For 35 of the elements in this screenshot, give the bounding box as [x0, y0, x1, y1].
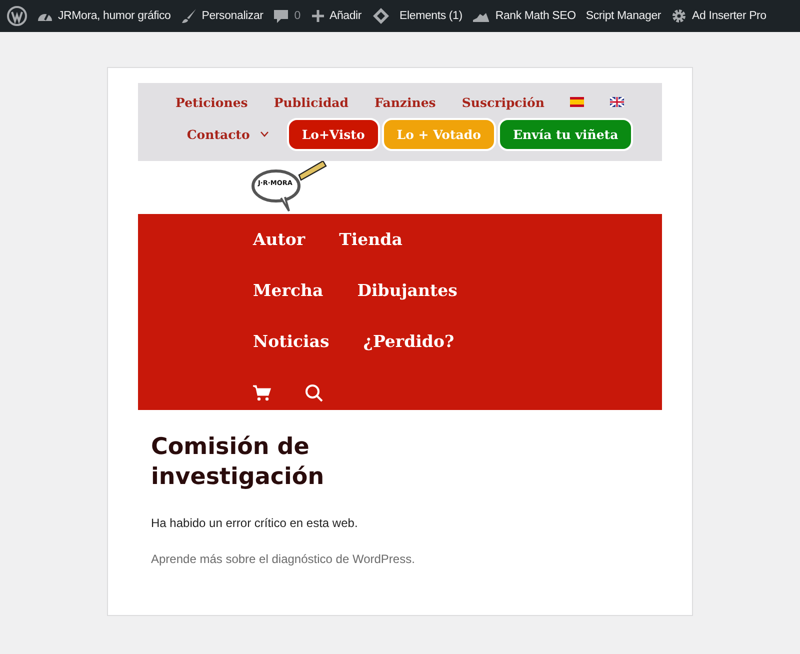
nav-link[interactable]: Peticiones [162, 94, 261, 110]
admin-bar-item[interactable]: Ad Inserter Pro [692, 10, 766, 22]
help-link[interactable]: Aprende más sobre el diagnóstico de WordPress. [151, 552, 415, 566]
admin-bar-item[interactable]: Añadir [330, 10, 362, 22]
admin-bar-item[interactable]: 0 [294, 10, 300, 22]
search-icon[interactable] [305, 384, 323, 402]
admin-bar-item[interactable]: Elements (1) [400, 10, 462, 22]
menu-link[interactable]: Tienda [339, 230, 402, 249]
nav-button[interactable]: Lo+Visto [286, 118, 380, 150]
admin-bar-item[interactable]: Script Manager [586, 10, 662, 22]
brush-icon [180, 8, 197, 24]
wordpress-logo-icon[interactable] [7, 6, 27, 26]
admin-bar-item[interactable]: Personalizar [202, 10, 264, 22]
admin-bar-item[interactable]: JRMora, humor gráfico [58, 10, 171, 22]
menu-link[interactable]: ¿Perdido? [363, 332, 454, 351]
nav-link[interactable]: Contacto [186, 126, 250, 142]
comment-icon [273, 8, 290, 24]
menu-link[interactable]: Noticias [253, 332, 330, 351]
nav-button[interactable]: Envía tu viñeta [498, 118, 634, 150]
menu-link[interactable]: Mercha [253, 281, 324, 300]
nav-link[interactable]: Fanzines [362, 94, 449, 110]
gear-icon [671, 8, 688, 24]
admin-bar-item[interactable]: Rank Math SEO [495, 10, 576, 22]
menu-link[interactable]: Dibujantes [357, 281, 458, 300]
plus-icon [310, 9, 324, 23]
uk-flag-icon[interactable] [610, 97, 624, 107]
error-message: Ha habido un error crítico en esta web. [151, 516, 359, 530]
menu-link[interactable]: Autor [253, 230, 306, 249]
nav-link[interactable]: Suscripción [448, 94, 558, 110]
diamond-icon[interactable] [372, 7, 390, 25]
nav-link[interactable]: Publicidad [260, 94, 362, 110]
page-title: Comisión de investigación [151, 433, 326, 492]
spain-flag-icon[interactable] [570, 97, 584, 107]
chevron-down-icon[interactable] [260, 131, 269, 137]
shopping-cart-icon[interactable] [253, 384, 271, 400]
